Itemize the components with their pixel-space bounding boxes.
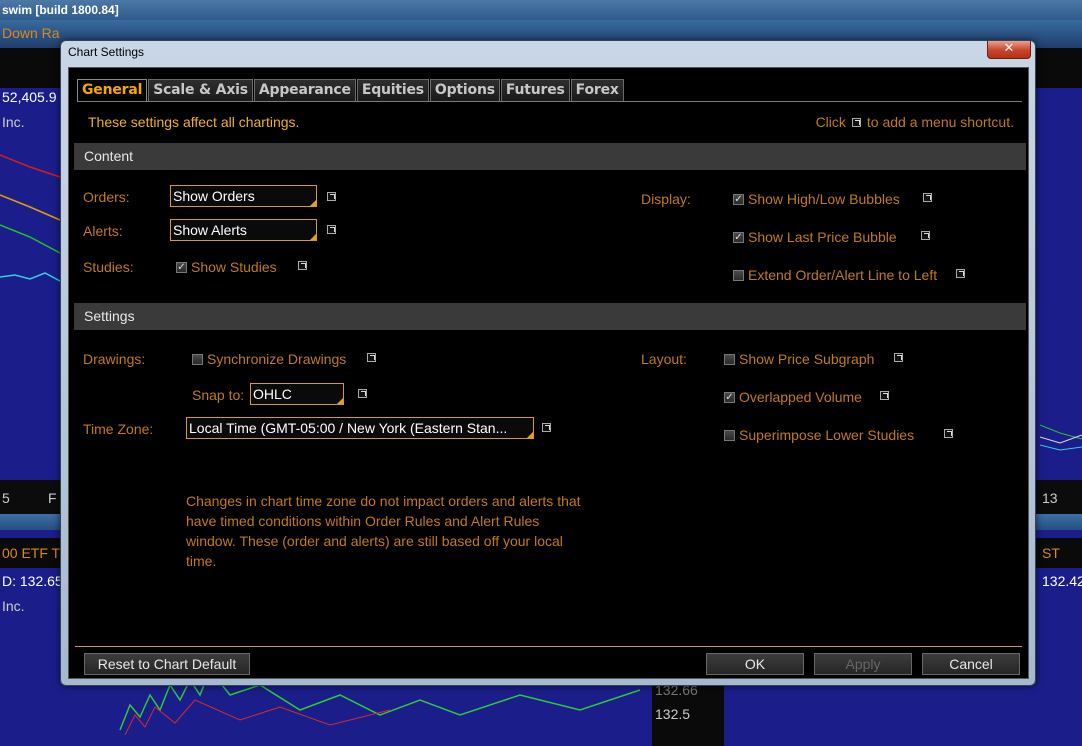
high-low-pin-icon[interactable] [923, 193, 932, 202]
bg-price-axis: 132.66 132.5 [652, 682, 724, 746]
show-last-price-checkbox[interactable]: ✓ [733, 232, 744, 243]
overlapped-volume-label: Overlapped Volume [739, 389, 862, 405]
show-high-low-label: Show High/Low Bubbles [748, 191, 900, 207]
close-button[interactable]: ✕ [987, 41, 1031, 59]
show-studies-checkbox[interactable]: ✓ [176, 262, 187, 273]
tab-divider [77, 101, 1022, 102]
overlapped-volume-pin-icon[interactable] [880, 391, 889, 400]
shortcut-hint-pre: Click [815, 114, 846, 130]
bg-symbol-label-right: ST [1042, 545, 1060, 561]
footer-divider [75, 646, 1022, 647]
sync-drawings-label: Synchronize Drawings [207, 351, 347, 367]
bg-symbol-label: 00 ETF T [2, 545, 61, 561]
superimpose-checkbox[interactable] [724, 430, 735, 441]
alerts-pin-icon[interactable] [327, 225, 336, 234]
cancel-button[interactable]: Cancel [922, 653, 1020, 675]
show-high-low-checkbox[interactable]: ✓ [733, 194, 744, 205]
app-title: swim [build 1800.84] [2, 3, 119, 17]
timezone-label: Time Zone: [83, 421, 154, 437]
bg-axis-label-f: F [48, 490, 57, 506]
show-studies-pin-icon[interactable] [298, 261, 307, 270]
timezone-note: Changes in chart time zone do not impact… [186, 493, 581, 569]
alerts-label: Alerts: [83, 223, 123, 239]
app-title-bar: swim [build 1800.84] [0, 0, 1082, 20]
orders-pin-icon[interactable] [327, 192, 336, 201]
snap-to-pin-icon[interactable] [358, 389, 367, 398]
last-price-pin-icon[interactable] [921, 231, 930, 240]
ok-button[interactable]: OK [706, 653, 804, 675]
bg-company-label-2: Inc. [2, 598, 25, 614]
tab-scale-axis[interactable]: Scale & Axis [148, 79, 253, 101]
alerts-dropdown[interactable]: Show Alerts [170, 219, 317, 241]
show-price-subgraph-label: Show Price Subgraph [739, 351, 875, 367]
extend-line-label: Extend Order/Alert Line to Left [748, 267, 938, 283]
bg-study-label: Down Ra [2, 25, 60, 41]
settings-section-header: Settings [74, 303, 1026, 330]
dialog-content: General Scale & Axis Appearance Equities… [68, 67, 1029, 679]
bg-axis-label-13: 13 [1042, 490, 1058, 506]
timezone-value: Local Time (GMT-05:00 / New York (Easter… [189, 420, 508, 436]
timezone-dropdown[interactable]: Local Time (GMT-05:00 / New York (Easter… [186, 417, 534, 439]
timezone-pin-icon[interactable] [542, 423, 551, 432]
pin-icon [851, 117, 861, 127]
orders-dropdown[interactable]: Show Orders [170, 185, 317, 207]
tab-appearance[interactable]: Appearance [253, 79, 356, 101]
dropdown-corner-icon [310, 234, 316, 240]
orders-label: Orders: [83, 189, 130, 205]
layout-label: Layout: [641, 351, 687, 367]
settings-scope-note: These settings affect all chartings. [88, 114, 300, 130]
snap-to-dropdown[interactable]: OHLC [250, 383, 344, 405]
show-last-price-label: Show Last Price Bubble [748, 229, 897, 245]
sync-drawings-pin-icon[interactable] [367, 353, 376, 362]
superimpose-pin-icon[interactable] [944, 429, 953, 438]
sync-drawings-checkbox[interactable] [192, 354, 203, 365]
chart-settings-dialog: Chart Settings ✕ General Scale & Axis Ap… [60, 40, 1036, 686]
superimpose-label: Superimpose Lower Studies [739, 427, 915, 443]
dialog-title: Chart Settings [68, 45, 145, 59]
drawings-label: Drawings: [83, 351, 146, 367]
close-icon: ✕ [1003, 41, 1015, 56]
overlapped-volume-checkbox[interactable]: ✓ [724, 392, 735, 403]
reset-default-button[interactable]: Reset to Chart Default [84, 653, 250, 675]
tab-equities[interactable]: Equities [356, 79, 429, 101]
bg-price-label-2: D: 132.65 [2, 573, 63, 589]
tab-bar: General Scale & Axis Appearance Equities… [77, 79, 625, 101]
snap-to-value: OHLC [253, 386, 292, 402]
price-subgraph-pin-icon[interactable] [894, 353, 903, 362]
tab-forex[interactable]: Forex [570, 79, 624, 101]
content-section-header: Content [74, 143, 1026, 170]
tab-general[interactable]: General [77, 79, 148, 101]
tab-futures[interactable]: Futures [500, 79, 570, 101]
tab-options[interactable]: Options [429, 79, 500, 101]
apply-button[interactable]: Apply [814, 653, 912, 675]
dropdown-corner-icon [310, 200, 316, 206]
dropdown-corner-icon [527, 432, 533, 438]
snap-to-label: Snap to: [192, 387, 245, 403]
bg-axis-label-5: 5 [2, 490, 10, 506]
studies-label: Studies: [83, 259, 134, 275]
extend-line-pin-icon[interactable] [956, 269, 965, 278]
orders-value: Show Orders [173, 188, 255, 204]
show-studies-label: Show Studies [191, 259, 277, 275]
shortcut-hint: Click to add a menu shortcut. [816, 114, 1014, 130]
bg-price-label-3: 132.42 [1042, 573, 1082, 589]
display-label: Display: [641, 191, 691, 207]
extend-line-checkbox[interactable] [733, 270, 744, 281]
alerts-value: Show Alerts [173, 222, 247, 238]
dropdown-corner-icon [337, 398, 343, 404]
bg-axis-price-2: 132.5 [655, 706, 691, 722]
show-price-subgraph-checkbox[interactable] [724, 354, 735, 365]
shortcut-hint-post: to add a menu shortcut. [866, 114, 1014, 130]
